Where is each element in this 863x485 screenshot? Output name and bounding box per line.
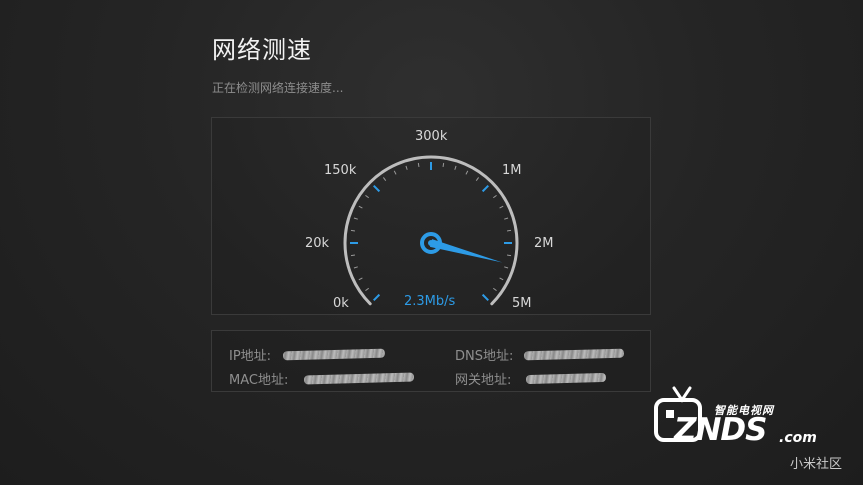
community-label: 小米社区 xyxy=(790,457,843,472)
status-text: 正在检测网络连接速度... xyxy=(212,81,344,95)
ip-label: IP地址: xyxy=(229,349,272,364)
dial-minor-tick xyxy=(504,217,509,220)
speedometer-panel: 0k 20k 150k 300k 1M 2M 5M 2.3Mb/s xyxy=(211,117,651,315)
dial-minor-tick xyxy=(350,254,356,257)
dial-arc xyxy=(343,155,519,306)
tick-label-5m: 5M xyxy=(512,296,532,311)
speedometer-dial xyxy=(343,155,519,306)
dial-minor-tick xyxy=(504,266,509,269)
dial-minor-tick xyxy=(393,170,397,175)
dial-minor-tick xyxy=(382,177,387,181)
dial-minor-tick xyxy=(442,162,445,168)
watermark-domain: .com xyxy=(779,430,817,446)
dial-minor-tick xyxy=(353,266,358,269)
dial-minor-tick xyxy=(454,165,457,170)
dns-label: DNS地址: xyxy=(455,349,514,364)
current-speed: 2.3Mb/s xyxy=(404,294,456,309)
dial-minor-tick xyxy=(499,277,504,281)
mac-value-redacted xyxy=(303,372,415,385)
ip-value-redacted xyxy=(282,348,386,361)
mac-label: MAC地址: xyxy=(229,373,289,388)
dial-minor-tick xyxy=(465,170,469,175)
dial-minor-tick xyxy=(405,165,408,170)
gateway-label: 网关地址: xyxy=(455,373,512,388)
dial-minor-tick xyxy=(417,162,420,168)
dial-minor-tick xyxy=(506,254,512,257)
dial-major-tick xyxy=(373,293,381,301)
dial-minor-tick xyxy=(493,287,497,292)
tick-label-1m: 1M xyxy=(502,163,522,178)
needle-hub-center xyxy=(428,240,434,246)
dial-minor-tick xyxy=(358,277,363,281)
dial-minor-tick xyxy=(365,287,369,292)
dial-ticks xyxy=(350,162,512,301)
dial-minor-tick xyxy=(493,194,497,199)
tick-label-2m: 2M xyxy=(534,236,554,251)
dial-minor-tick xyxy=(365,194,369,199)
dial-minor-tick xyxy=(475,177,480,181)
dial-major-tick xyxy=(373,185,381,193)
watermark-brand: ZNDS xyxy=(674,412,767,448)
network-info-panel: IP地址: MAC地址: DNS地址: 网关地址: xyxy=(211,330,651,392)
gateway-value-redacted xyxy=(525,372,607,385)
tick-label-150k: 150k xyxy=(324,163,357,178)
tick-label-20k: 20k xyxy=(305,236,330,251)
dial-major-tick xyxy=(481,185,489,193)
dns-value-redacted xyxy=(523,348,625,361)
page-title: 网络测速 xyxy=(212,36,312,64)
dial-minor-tick xyxy=(350,229,356,232)
dial-major-tick xyxy=(481,293,489,301)
znds-watermark: 智能电视网 ZNDS .com xyxy=(652,382,827,452)
tick-label-0k: 0k xyxy=(333,296,349,311)
dial-minor-tick xyxy=(499,205,504,209)
dial-minor-tick xyxy=(353,217,358,220)
tick-label-300k: 300k xyxy=(415,129,448,144)
dial-minor-tick xyxy=(358,205,363,209)
dial-minor-tick xyxy=(506,229,512,232)
